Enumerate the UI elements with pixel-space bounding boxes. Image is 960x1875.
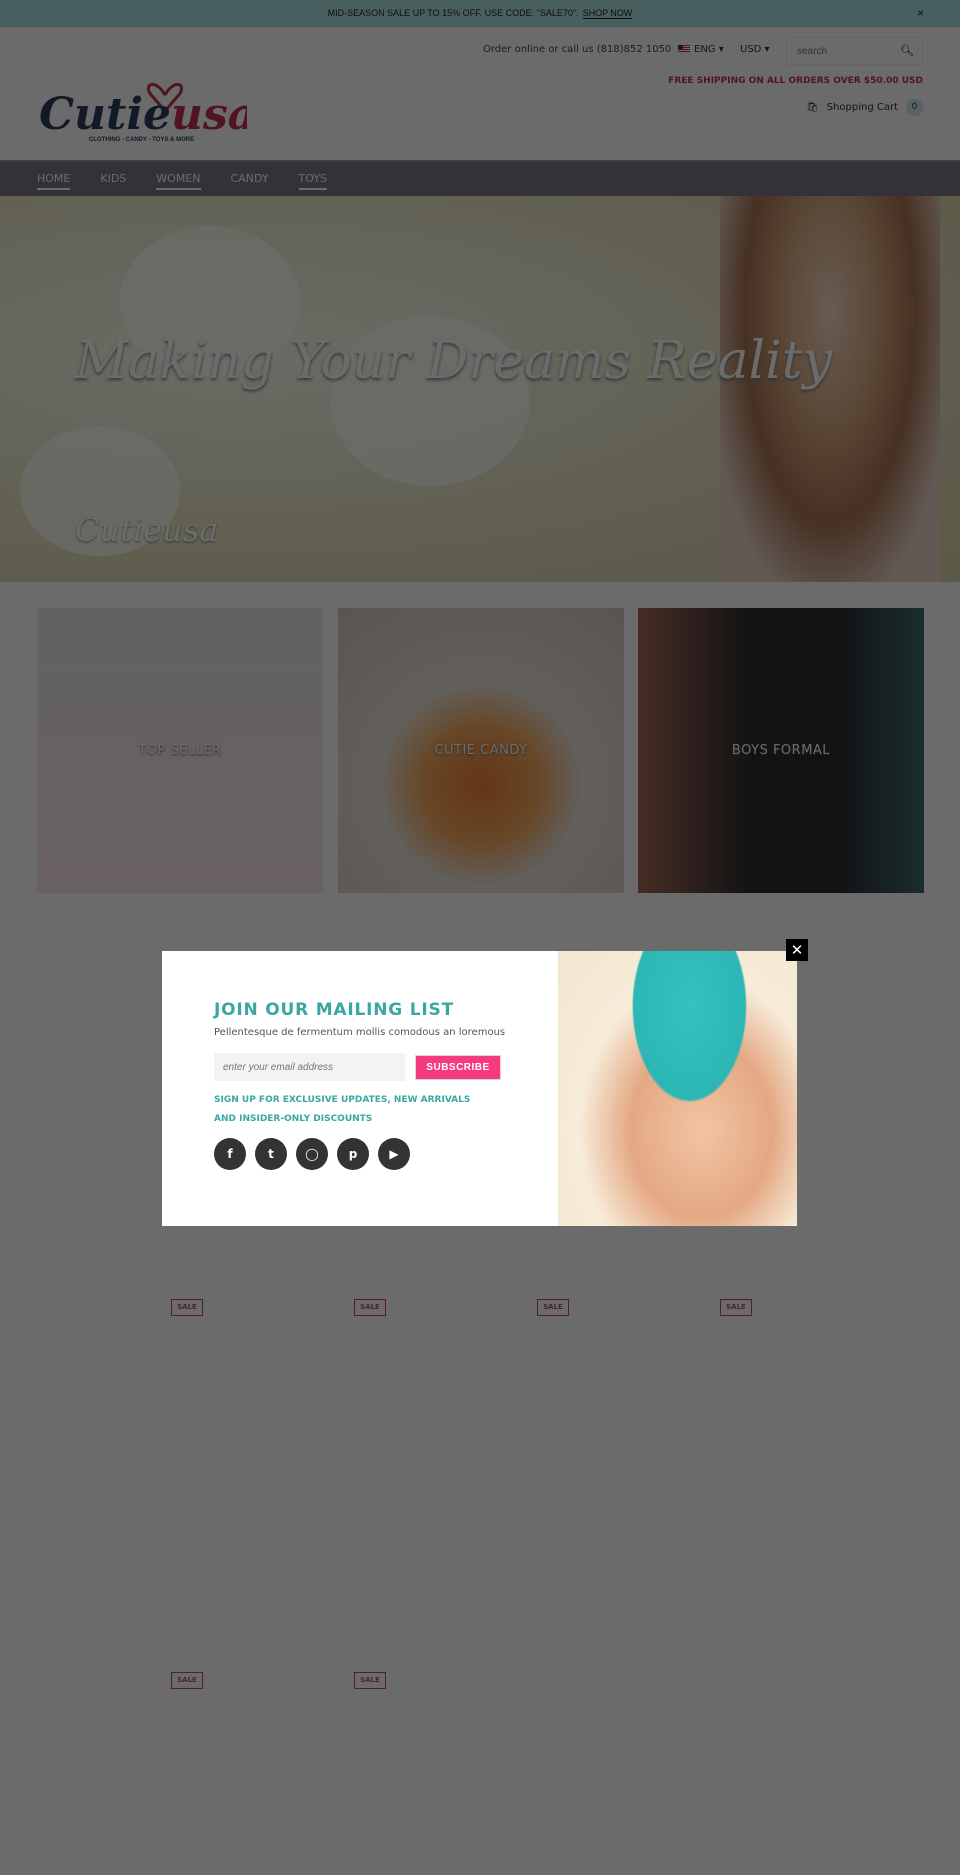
close-modal-button[interactable]: ✕ [786,939,808,961]
currency-selector[interactable]: USD ▾ [740,44,770,55]
sale-badge: SALE [720,1299,752,1316]
sale-badge: SALE [354,1299,386,1316]
main-nav: HOME KIDS WOMEN CANDY TOYS [0,160,960,196]
sale-badge: SALE [537,1299,569,1316]
svg-text:CLOTHING - CANDY - TOYS & MORE: CLOTHING - CANDY - TOYS & MORE [89,137,194,143]
subscribe-button[interactable]: SUBSCRIBE [415,1055,501,1080]
pinterest-icon[interactable]: p [337,1138,369,1170]
cutieusa-logo[interactable]: Cutieusa CLOTHING - CANDY - TOYS & MORE [37,71,247,146]
us-flag-icon [678,45,690,53]
announcement-bar: MID-SEASON SALE UP TO 15% OFF. USE CODE:… [0,0,960,27]
sale-badge: SALE [171,1672,203,1689]
cart-label: Shopping Cart [826,102,898,113]
modal-subtitle: Pellentesque de fermentum mollis comodou… [214,1027,506,1038]
cart-icon: 🛍︎ [806,102,819,113]
shop-now-link[interactable]: SHOP NOW [582,8,633,19]
facebook-icon[interactable]: f [214,1138,246,1170]
announcement-text: MID-SEASON SALE UP TO 15% OFF. USE CODE:… [327,8,579,18]
free-shipping-notice: FREE SHIPPING ON ALL ORDERS OVER $50.00 … [668,76,923,86]
search-icon[interactable]: 🔍︎ [900,44,914,57]
sale-badge: SALE [171,1299,203,1316]
tile-label: CUTIE CANDY [434,743,528,758]
shopping-cart-link[interactable]: 🛍︎ Shopping Cart 0 [806,99,923,116]
promo-text: SIGN UP FOR EXCLUSIVE UPDATES, NEW ARRIV… [214,1091,470,1129]
svg-text:Cutieusa: Cutieusa [39,89,247,140]
baby-photo [558,951,797,1226]
close-announcement-icon[interactable]: × [917,0,924,27]
nav-candy[interactable]: CANDY [231,162,269,196]
promo-line: AND INSIDER-ONLY DISCOUNTS [214,1114,373,1124]
tile-top-seller[interactable]: TOP SELLER [37,608,323,893]
nav-women[interactable]: WOMEN [156,162,201,196]
newsletter-modal: JOIN OUR MAILING LIST Pellentesque de fe… [162,951,797,1226]
tile-boys-formal[interactable]: BOYS FORMAL [638,608,924,893]
nav-home[interactable]: HOME [37,162,71,196]
language-selector[interactable]: ENG ▾ [678,44,724,55]
hero-banner[interactable]: Making Your Dreams Reality Cutieusa [0,196,960,582]
social-links: f t ◯ p ▶ [214,1138,410,1170]
youtube-icon[interactable]: ▶ [378,1138,410,1170]
cart-count: 0 [906,99,923,116]
hero-headline: Making Your Dreams Reality [75,331,832,391]
search-box: 🔍︎ [786,37,923,65]
nav-toys[interactable]: TOYS [298,162,328,196]
email-field[interactable] [214,1053,405,1081]
language-label: ENG ▾ [694,44,724,55]
promo-line: SIGN UP FOR EXCLUSIVE UPDATES, NEW ARRIV… [214,1095,471,1105]
modal-title: JOIN OUR MAILING LIST [214,1000,454,1020]
twitter-icon[interactable]: t [255,1138,287,1170]
tile-cutie-candy[interactable]: CUTIE CANDY [338,608,624,893]
order-phone: Order online or call us (818)852 1050 [483,44,672,55]
nav-kids[interactable]: KIDS [100,162,126,196]
hero-logo: Cutieusa [75,511,219,549]
tile-label: TOP SELLER [138,743,222,758]
sale-badge: SALE [354,1672,386,1689]
instagram-icon[interactable]: ◯ [296,1138,328,1170]
tile-label: BOYS FORMAL [731,743,831,758]
dimmed-page: MID-SEASON SALE UP TO 15% OFF. USE CODE:… [0,0,960,1875]
search-input[interactable] [787,38,887,64]
header: Order online or call us (818)852 1050 EN… [0,27,960,160]
